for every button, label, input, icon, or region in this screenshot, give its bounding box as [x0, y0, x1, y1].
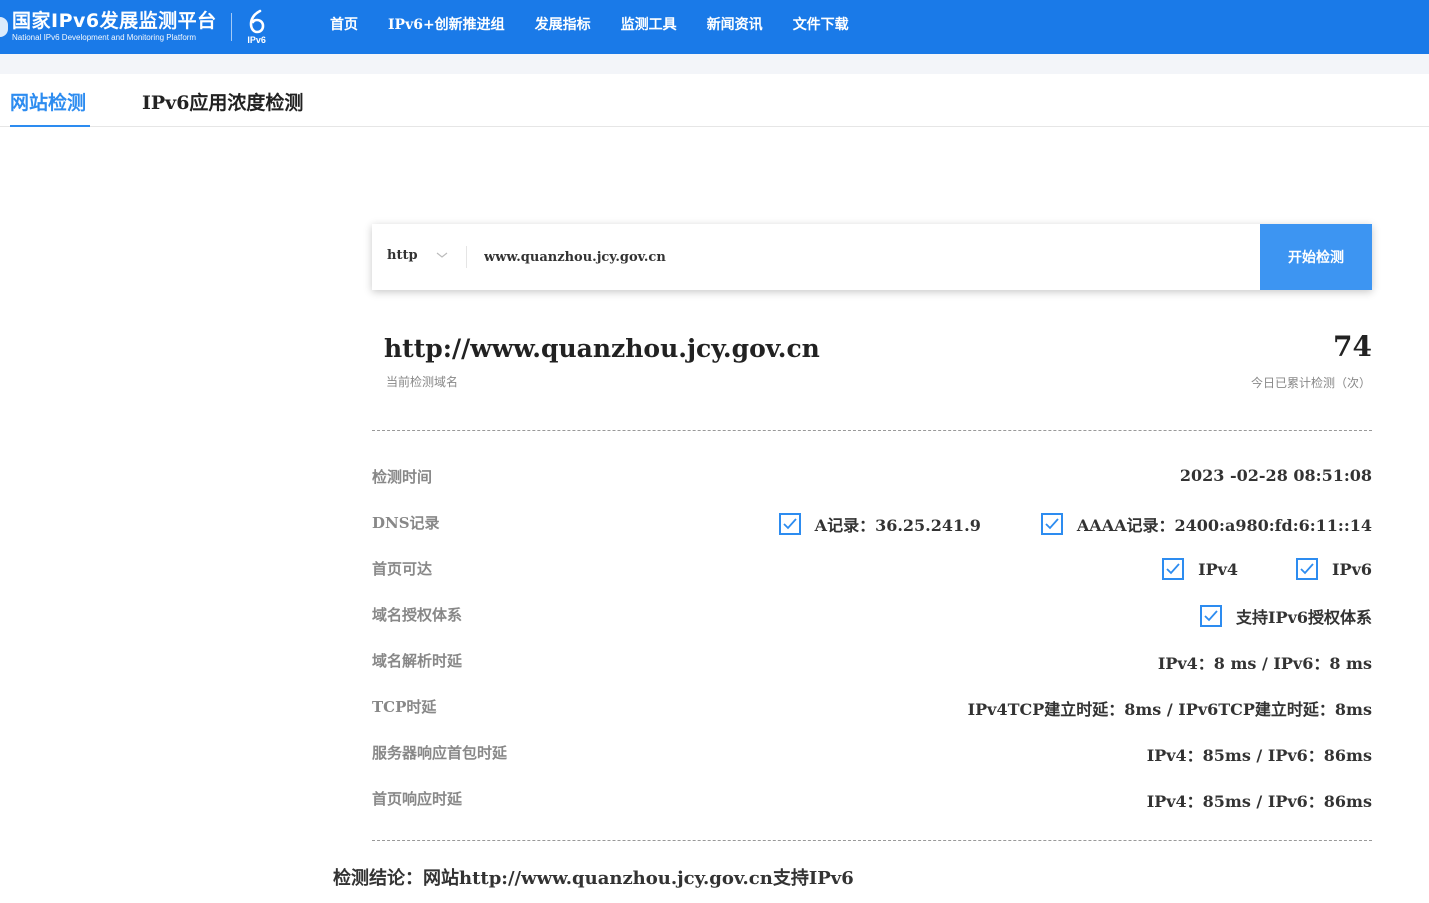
a-record-text: A记录：36.25.241.9 — [814, 516, 981, 535]
nav-downloads[interactable]: 文件下载 — [778, 14, 864, 34]
divider-bottom — [372, 840, 1372, 841]
nav-home[interactable]: 首页 — [315, 14, 373, 34]
homepage-response-value: IPv4：85ms / IPv6：86ms — [1146, 792, 1372, 811]
nav-ipv6-plus-group[interactable]: IPv6+创新推进组 — [373, 14, 520, 34]
current-domain: http://www.quanzhou.jcy.gov.cn — [384, 334, 820, 363]
logo-emblem-icon — [0, 17, 8, 37]
row-dns-latency: 域名解析时延 IPv4：8 ms / IPv6：8 ms — [372, 644, 1372, 674]
ipv6-six-icon — [249, 9, 264, 34]
check-time-label: 检测时间 — [372, 468, 433, 486]
domain-auth-text: 支持IPv6授权体系 — [1236, 608, 1372, 627]
check-time-value: 2023 -02-28 08:51:08 — [1179, 466, 1372, 485]
brand-name-en: National IPv6 Development and Monitoring… — [12, 33, 197, 42]
homepage-reach-value: IPv4 IPv6 — [1162, 558, 1372, 580]
tcp-latency-label: TCP时延 — [372, 698, 437, 716]
brand-name-cn: 国家IPv6发展监测平台 — [12, 10, 217, 32]
check-icon — [1040, 513, 1063, 535]
divider-top — [372, 430, 1372, 431]
aaaa-record-text: AAAA记录：2400:a980:fd:6:11::14 — [1076, 516, 1372, 535]
ipv6-logo: IPv6 — [244, 9, 270, 45]
homepage-response-label: 首页响应时延 — [372, 790, 463, 808]
search-bar: http 开始检测 — [372, 224, 1372, 290]
nav-news[interactable]: 新闻资讯 — [692, 14, 778, 34]
tcp-latency-value: IPv4TCP建立时延：8ms / IPv6TCP建立时延：8ms — [967, 700, 1372, 719]
homepage-reach-label: 首页可达 — [372, 560, 433, 578]
check-icon — [1162, 558, 1185, 580]
top-navbar: 国家IPv6发展监测平台 National IPv6 Development a… — [0, 0, 1429, 54]
a-record-item: A记录：36.25.241.9 — [778, 512, 981, 536]
row-first-packet: 服务器响应首包时延 IPv4：85ms / IPv6：86ms — [372, 736, 1372, 766]
check-conclusion: 检测结论：网站http://www.quanzhou.jcy.gov.cn支持I… — [333, 868, 854, 889]
domain-auth-label: 域名授权体系 — [372, 606, 463, 624]
tab-app-density-check[interactable]: IPv6应用浓度检测 — [142, 88, 303, 127]
ipv4-reach-text: IPv4 — [1198, 559, 1239, 579]
aaaa-record-item: AAAA记录：2400:a980:fd:6:11::14 — [1040, 512, 1372, 536]
row-check-time: 检测时间 2023 -02-28 08:51:08 — [372, 460, 1372, 490]
first-packet-value: IPv4：85ms / IPv6：86ms — [1146, 746, 1372, 765]
row-dns: DNS记录 A记录：36.25.241.9 AAAA记录：2400:a980:f… — [372, 506, 1372, 536]
today-check-count-label: 今日已累计检测（次） — [1250, 376, 1371, 390]
check-icon — [1200, 605, 1223, 627]
current-domain-label: 当前检测域名 — [386, 375, 459, 389]
tab-website-check[interactable]: 网站检测 — [10, 88, 90, 127]
domain-auth-value: 支持IPv6授权体系 — [1200, 604, 1372, 628]
ipv6-logo-label: IPv6 — [247, 35, 266, 45]
dns-latency-label: 域名解析时延 — [372, 652, 463, 670]
first-packet-label: 服务器响应首包时延 — [372, 744, 508, 762]
logo-divider — [230, 13, 232, 41]
dns-value: A记录：36.25.241.9 AAAA记录：2400:a980:fd:6:11… — [778, 512, 1372, 536]
check-icon — [778, 513, 801, 535]
dns-latency-value: IPv4：8 ms / IPv6：8 ms — [1157, 654, 1372, 673]
domain-auth-item: 支持IPv6授权体系 — [1200, 604, 1372, 628]
check-icon — [1296, 558, 1319, 580]
url-input[interactable] — [484, 240, 1244, 274]
nav-dev-indicators[interactable]: 发展指标 — [520, 14, 606, 34]
ipv4-reach-item: IPv4 — [1162, 558, 1238, 580]
protocol-divider — [466, 246, 467, 268]
logo-text: 国家IPv6发展监测平台 National IPv6 Development a… — [12, 10, 217, 44]
row-tcp-latency: TCP时延 IPv4TCP建立时延：8ms / IPv6TCP建立时延：8ms — [372, 690, 1372, 720]
nav-monitor-tools[interactable]: 监测工具 — [606, 14, 692, 34]
ipv6-reach-item: IPv6 — [1296, 558, 1372, 580]
start-check-button[interactable]: 开始检测 — [1260, 224, 1372, 290]
row-homepage-reach: 首页可达 IPv4 IPv6 — [372, 552, 1372, 582]
protocol-select[interactable]: http — [387, 248, 418, 263]
ipv6-reach-text: IPv6 — [1332, 559, 1372, 579]
site-logo[interactable]: 国家IPv6发展监测平台 National IPv6 Development a… — [0, 4, 270, 50]
dns-label: DNS记录 — [372, 514, 440, 532]
row-homepage-response: 首页响应时延 IPv4：85ms / IPv6：86ms — [372, 782, 1372, 812]
header-spacer — [0, 54, 1429, 74]
main-nav: 首页 IPv6+创新推进组 发展指标 监测工具 新闻资讯 文件下载 — [315, 0, 864, 48]
chevron-down-icon[interactable] — [436, 250, 448, 260]
row-domain-auth: 域名授权体系 支持IPv6授权体系 — [372, 598, 1372, 628]
tab-bar: 网站检测 IPv6应用浓度检测 — [0, 74, 1429, 127]
today-check-count: 74 — [1333, 330, 1372, 363]
